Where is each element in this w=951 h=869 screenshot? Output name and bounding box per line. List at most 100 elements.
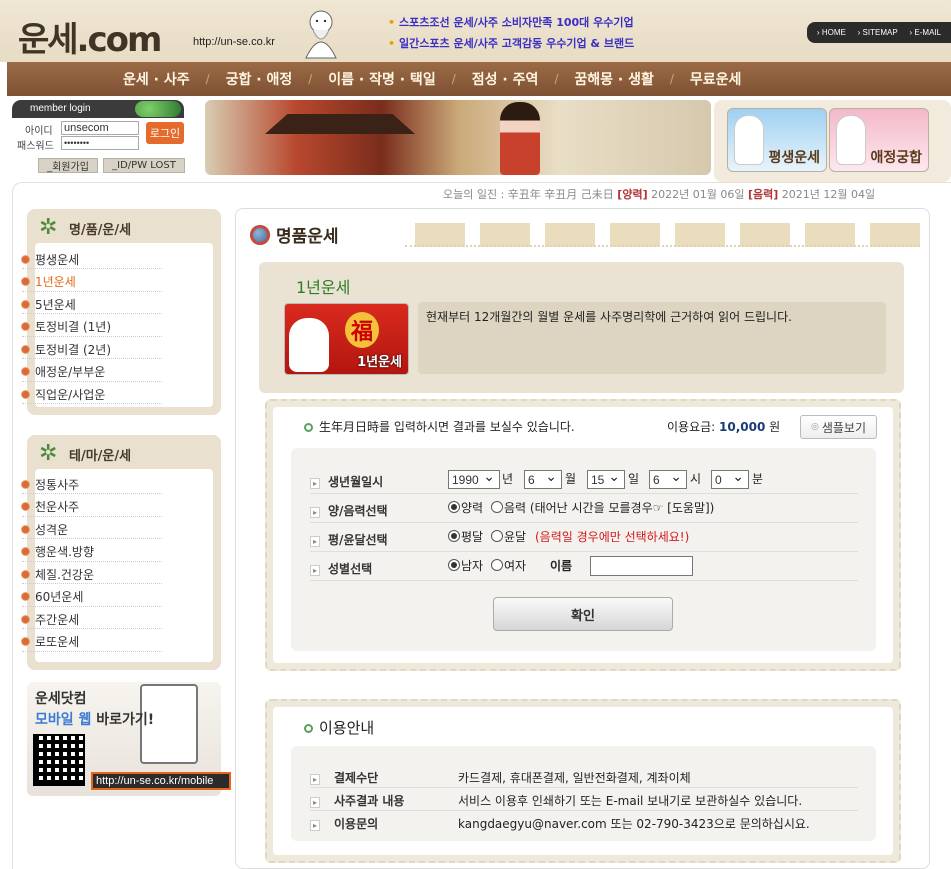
lunar-option-label: 음력 (태어난 시간을 모를경우☞ [도움말]) (504, 501, 715, 515)
calendar-label: 양/음력선택 (310, 502, 388, 519)
month-unit: 월 (565, 472, 577, 486)
hour-unit: 시 (690, 472, 702, 486)
site-logo[interactable]: 운세.com (18, 12, 162, 61)
circle-bullet-icon (304, 724, 313, 733)
guide-row: 이용문의 kangdaegyu@naver.com 또는 02-790-3423… (310, 812, 858, 834)
id-input[interactable]: unsecom (61, 121, 139, 135)
premium-item[interactable]: 평생운세 (22, 248, 172, 270)
hour-select[interactable]: 6 (649, 468, 687, 489)
solar-option-label: 양력 (461, 501, 484, 515)
ilgin-text: 오늘의 일진 : 辛丑年 辛丑月 己未日 (443, 188, 614, 201)
nav-free-fortune[interactable]: 무료운세 (674, 69, 758, 89)
theme-item[interactable]: 로또운세 (22, 631, 172, 653)
email-link[interactable]: › E-MAIL (910, 28, 942, 37)
cloud-pattern-decoration (405, 223, 920, 247)
leap-note: (음력일 경우에만 선택하세요!) (535, 530, 690, 544)
premium-item[interactable]: 1년운세 (22, 271, 172, 293)
minute-unit: 분 (752, 472, 764, 486)
password-label: 패스워드 (17, 141, 54, 152)
top-utility-menu: › HOME › SITEMAP › E-MAIL (807, 22, 951, 43)
theme-item[interactable]: 체질.건강운 (22, 563, 172, 585)
fortune-bag-icon: 福 (345, 312, 379, 348)
login-button[interactable]: 로그인 (146, 122, 184, 144)
id-pw-lost-button[interactable]: _ID/PW LOST (103, 158, 185, 173)
solar-label: [양력] (617, 188, 648, 201)
guide-row: 결제수단 카드결제, 휴대폰결제, 일반전화결제, 계좌이체 (310, 766, 858, 788)
premium-item[interactable]: 직업운/사업운 (22, 383, 172, 405)
sample-view-button[interactable]: 샘플보기 (800, 415, 877, 439)
guide-row-label: 이용문의 (310, 815, 378, 832)
month-select[interactable]: 6 (524, 468, 562, 489)
name-input[interactable] (590, 556, 693, 576)
theme-item[interactable]: 정통사주 (22, 473, 172, 495)
guide-row-label: 사주결과 내용 (310, 792, 404, 809)
lunar-radio[interactable] (491, 501, 503, 513)
premium-item[interactable]: 토정비결 (1년) (22, 316, 172, 338)
award-notice: • 스포츠조선 운세/사주 소비자만족 100대 우수기업 • 일간스포츠 운세/사… (388, 16, 635, 50)
minute-select[interactable]: 0 (711, 468, 749, 489)
flower-icon (37, 441, 63, 466)
birth-label: 생년월일시 (310, 473, 383, 490)
normal-month-radio[interactable] (448, 530, 460, 542)
lunar-label: [음력] (747, 188, 779, 201)
confirm-button[interactable]: 확인 (493, 597, 673, 631)
gender-row: 성별선택 남자 여자 이름 (310, 553, 858, 581)
usage-guide-title: 이용안내 (304, 717, 374, 738)
fee-text: 이용요금: 10,000 원 (667, 420, 781, 434)
flower-icon (37, 215, 63, 240)
premium-item[interactable]: 토정비결 (2년) (22, 338, 172, 360)
lifetime-fortune-label: 평생운세 (768, 150, 820, 166)
calendar-row: 양/음력선택 양력 음력 (태어난 시간을 모를경우☞ [도움말]) (310, 495, 858, 523)
theme-item[interactable]: 천운사주 (22, 496, 172, 518)
love-match-banner[interactable]: 애정궁합 (829, 108, 929, 172)
lifetime-fortune-banner[interactable]: 평생운세 (727, 108, 827, 172)
year-select[interactable]: 1990 (448, 468, 500, 489)
premium-item[interactable]: 애정운/부부운 (22, 361, 172, 383)
love-match-label: 애정궁합 (870, 150, 922, 166)
woman-in-hanbok-image (500, 102, 540, 175)
login-deco-icon (135, 101, 181, 117)
day-unit: 일 (628, 472, 640, 486)
nav-compatibility[interactable]: 궁합 · 애정 (210, 69, 309, 89)
sage-icon (289, 318, 329, 372)
nav-astrology[interactable]: 점성 · 주역 (456, 69, 555, 89)
product-description: 현재부터 12개월간의 월별 운세를 사주명리학에 근거하여 읽어 드립니다. (418, 302, 886, 374)
mobile-url-link[interactable]: http://un-se.co.kr/mobile (91, 772, 231, 790)
leap-month-label: 윤달 (504, 530, 527, 544)
premium-item[interactable]: 5년운세 (22, 293, 172, 315)
form-instruction: 生年月日時를 입력하시면 결과를 보실수 있습니다. (304, 418, 575, 435)
nav-dream[interactable]: 꿈해몽 · 생활 (558, 69, 669, 89)
lunar-date: 2021년 12월 04일 (781, 188, 876, 201)
page-title: 명품운세 (250, 222, 339, 247)
guide-row-value: kangdaegyu@naver.com 또는 02-790-3423으로 문의… (458, 817, 810, 831)
theme-item[interactable]: 주간운세 (22, 608, 172, 630)
id-label: 아이디 (25, 126, 53, 137)
female-radio[interactable] (491, 559, 503, 571)
mobile-banner-line2: 모바일 웹 바로가기! (35, 712, 155, 728)
site-url: http://un-se.co.kr (193, 36, 275, 48)
solar-radio[interactable] (448, 501, 460, 513)
join-button[interactable]: _회원가입 (38, 158, 98, 173)
normal-month-label: 평달 (461, 530, 484, 544)
circle-bullet-icon (304, 423, 313, 432)
male-radio[interactable] (448, 559, 460, 571)
sage-mascot-icon (305, 10, 337, 59)
sage-icon (734, 115, 764, 165)
leap-month-radio[interactable] (491, 530, 503, 542)
leap-label: 평/윤달선택 (310, 531, 388, 548)
password-input[interactable]: •••••••• (61, 136, 139, 150)
theme-item[interactable]: 행운색.방향 (22, 541, 172, 563)
home-link[interactable]: › HOME (817, 28, 846, 37)
nav-naming[interactable]: 이름 · 작명 · 택일 (312, 69, 451, 89)
nav-fortune-saju[interactable]: 운세 · 사주 (107, 69, 206, 89)
day-select[interactable]: 15 (587, 468, 625, 489)
theme-item[interactable]: 60년운세 (22, 586, 172, 608)
name-label: 이름 (550, 559, 573, 573)
today-date-line: 오늘의 일진 : 辛丑年 辛丑月 己未日 [양력] 2022년 01월 06일 … (443, 186, 875, 202)
sitemap-link[interactable]: › SITEMAP (858, 28, 898, 37)
theme-item[interactable]: 성격운 (22, 518, 172, 540)
notice-line-1: 스포츠조선 운세/사주 소비자만족 100대 우수기업 (399, 16, 634, 29)
main-banner-image (205, 100, 711, 175)
thumbnail-label: 1년운세 (357, 355, 402, 370)
product-title: 1년운세 (296, 278, 351, 297)
